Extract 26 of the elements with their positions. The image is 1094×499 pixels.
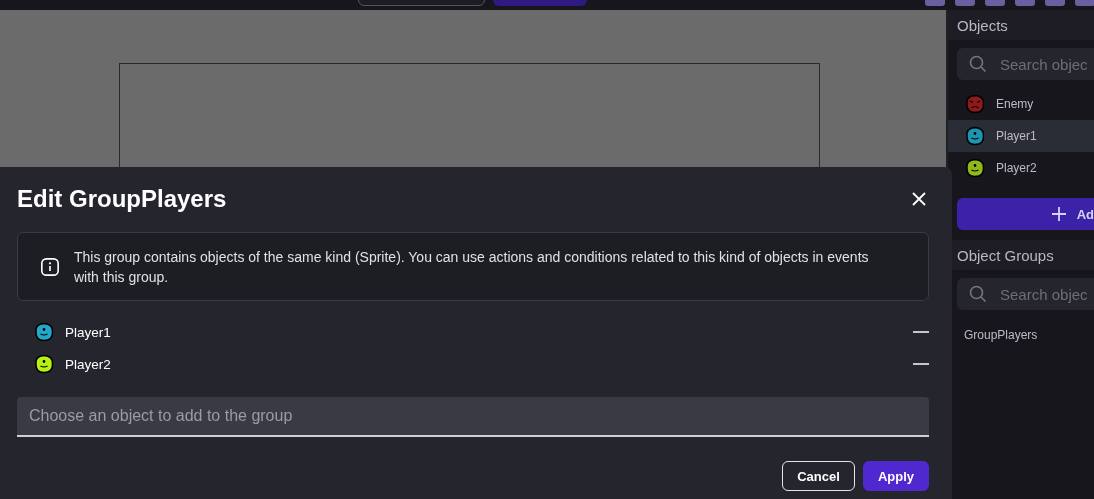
info-icon [40,255,60,278]
panel-title: Objects [948,10,1094,40]
member-name: Player2 [65,356,112,372]
search-field[interactable]: Search objec [957,278,1094,310]
apply-button[interactable]: Apply [862,461,929,491]
plus-icon [1050,206,1067,222]
cancel-button[interactable]: Cancel [782,461,855,491]
object-picker-field[interactable]: Choose an object to add to the group [17,397,929,437]
smiley-face-icon [33,353,55,375]
minus-icon [913,331,929,333]
add-button[interactable]: Ad [957,198,1094,230]
dialog-title: Edit GroupPlayers [17,185,227,213]
smiley-face-icon [964,125,986,147]
member-name: Player1 [65,324,112,340]
search-icon [969,55,987,73]
object-list-item[interactable]: Player1 [948,120,1094,152]
search-field[interactable]: Search objec [957,48,1094,80]
object-list-item[interactable]: Enemy [948,88,1094,120]
group-list-item[interactable]: GroupPlayers [948,318,1094,342]
smiley-face-icon [964,157,986,179]
info-text: This group contains objects of the same kind (Sprite). You can use actions and conditions related to this kind of objects in events with this group. [73,247,870,287]
angry-face-icon [964,93,986,115]
search-icon [969,285,987,303]
smiley-face-icon [33,321,55,343]
object-list-item[interactable]: Player2 [948,152,1094,184]
minus-icon [913,363,929,365]
